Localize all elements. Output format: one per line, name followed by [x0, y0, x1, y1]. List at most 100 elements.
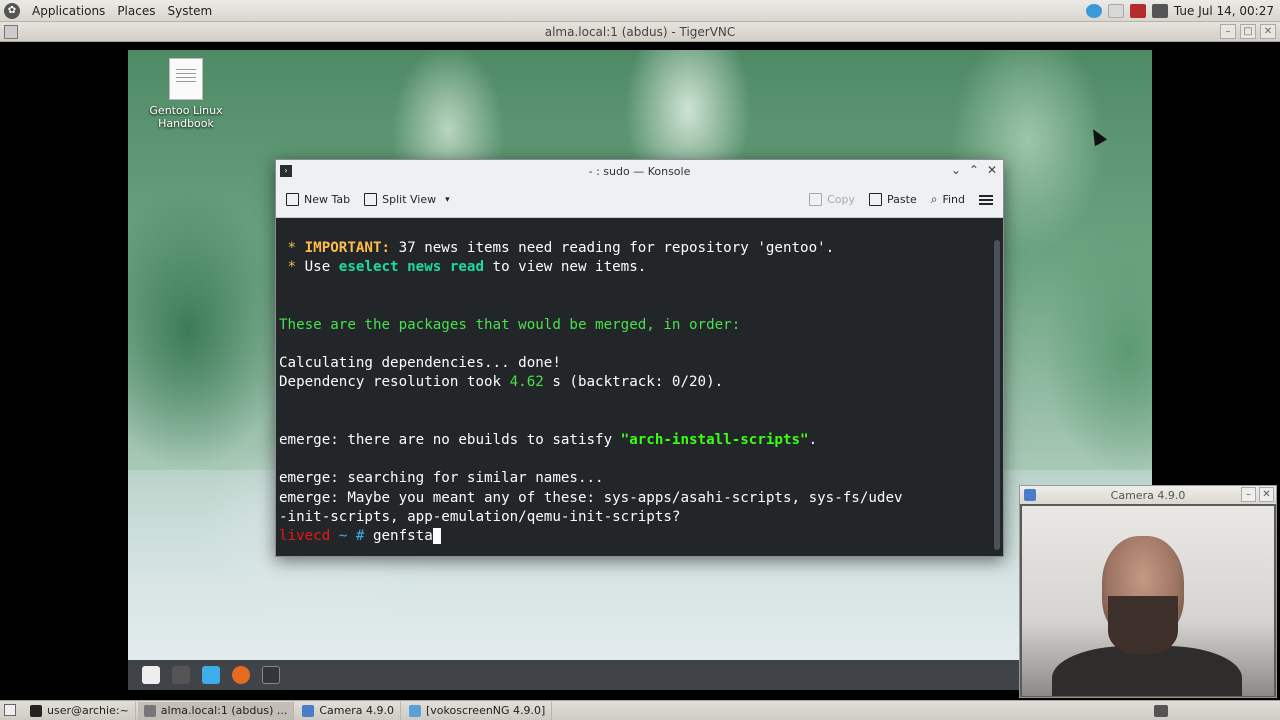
term-line-6: emerge: there are no ebuilds to satisfy … [279, 432, 817, 448]
term-number: 4.62 [509, 374, 544, 391]
show-desktop-icon[interactable] [4, 704, 16, 716]
copy-icon [809, 193, 823, 206]
terminal-icon [30, 704, 42, 717]
split-view-icon [364, 193, 378, 206]
record-icon[interactable] [1129, 3, 1146, 18]
copy-button[interactable]: Copy [809, 193, 855, 206]
copy-label: Copy [827, 193, 856, 206]
task-label: Camera 4.9.0 [319, 704, 394, 717]
camera-title-bar[interactable]: Camera 4.9.0 – ✕ [1020, 486, 1276, 504]
terminal-scrollbar[interactable] [994, 240, 1000, 550]
window-menu-icon[interactable] [4, 25, 18, 39]
term-text: Dependency resolution took [279, 374, 510, 391]
document-icon [169, 58, 203, 100]
term-package: "arch-install-scripts" [620, 432, 809, 449]
term-line-3: These are the packages that would be mer… [279, 316, 741, 333]
menu-applications[interactable]: Applications [32, 4, 105, 18]
task-vokoscreen[interactable]: [vokoscreenNG 4.9.0] [403, 701, 553, 720]
menu-places[interactable]: Places [117, 4, 155, 18]
task-label: [vokoscreenNG 4.9.0] [426, 704, 546, 717]
person-beard [1108, 596, 1178, 654]
desktop-icon-handbook[interactable]: Gentoo Linux Handbook [140, 58, 232, 130]
sync-icon[interactable] [1085, 3, 1102, 18]
desktop-icon-label-line1: Gentoo Linux [149, 104, 223, 117]
camera-title: Camera 4.9.0 [1110, 488, 1186, 502]
task-terminal[interactable]: user@archie:~ [24, 701, 136, 720]
camera-close-button[interactable]: ✕ [1259, 487, 1274, 502]
clock[interactable]: Tue Jul 14, 00:27 [1174, 4, 1274, 18]
task-camera[interactable]: Camera 4.9.0 [296, 701, 401, 720]
konsole-maximize-button[interactable]: ⌃ [969, 163, 979, 177]
term-text: to view new items. [484, 259, 647, 276]
konsole-icon[interactable] [262, 666, 280, 684]
vnc-title-bar[interactable]: alma.local:1 (abdus) - TigerVNC – □ ✕ [0, 22, 1280, 42]
camera-window[interactable]: Camera 4.9.0 – ✕ [1019, 485, 1277, 698]
split-view-label: Split View [382, 193, 437, 206]
firefox-icon[interactable] [232, 666, 250, 684]
terminal-app-icon[interactable]: › [280, 165, 292, 177]
desktop-icon-label-line2: Handbook [158, 117, 214, 130]
chevron-down-icon[interactable]: ▾ [445, 195, 450, 205]
konsole-minimize-button[interactable]: ⌄ [951, 163, 961, 177]
paste-icon [869, 193, 883, 206]
host-top-panel: ✿ Applications Places System Tue Jul 14,… [0, 0, 1280, 22]
task-vnc[interactable]: alma.local:1 (abdus) ... [137, 701, 295, 720]
find-button[interactable]: ⌕ Find [931, 192, 965, 207]
term-star: * [279, 240, 305, 256]
term-line-1: * IMPORTANT: 37 news items need reading … [279, 240, 835, 256]
prompt-path: ~ # [330, 528, 365, 545]
hamburger-menu-icon[interactable] [979, 194, 993, 205]
host-taskbar: user@archie:~ alma.local:1 (abdus) ... C… [0, 700, 1280, 720]
konsole-toolbar: New Tab Split View ▾ Copy Paste ⌕ Find [276, 182, 1003, 218]
term-line-7: emerge: searching for similar names... [279, 470, 604, 487]
keyboard-icon[interactable] [1154, 704, 1168, 717]
find-label: Find [942, 193, 965, 206]
close-button[interactable]: ✕ [1260, 24, 1276, 39]
term-command-highlight: eselect news read [338, 259, 485, 276]
terminal-output[interactable]: * IMPORTANT: 37 news items need reading … [276, 219, 993, 556]
term-text: Use [304, 259, 339, 276]
term-text: emerge: there are no ebuilds to satisfy [279, 432, 621, 449]
mouse-cursor-icon [1086, 125, 1108, 147]
gnome-foot-icon[interactable]: ✿ [4, 2, 20, 19]
maximize-button[interactable]: □ [1240, 24, 1256, 39]
term-line-4: Calculating dependencies... done! [279, 355, 561, 372]
camera-feed [1022, 506, 1274, 696]
host-menu-bar: ✿ Applications Places System [0, 0, 230, 22]
minimize-button[interactable]: – [1220, 24, 1236, 39]
vnc-icon [143, 704, 156, 717]
new-tab-label: New Tab [304, 193, 351, 206]
app-launcher-icon[interactable] [142, 666, 160, 684]
network-icon[interactable] [1151, 3, 1168, 18]
term-prompt-line: livecd ~ # genfsta [279, 528, 442, 545]
task-label: user@archie:~ [47, 704, 129, 717]
term-star: * [279, 259, 305, 276]
text-cursor [432, 528, 442, 545]
camera-minimize-button[interactable]: – [1241, 487, 1256, 502]
term-important: IMPORTANT: [304, 240, 391, 256]
file-manager-icon[interactable] [202, 666, 220, 684]
new-tab-icon [286, 193, 299, 206]
term-text: 37 news items need reading for repositor… [390, 240, 835, 256]
konsole-title-bar[interactable]: › - : sudo — Konsole ⌄ ⌃ ✕ [276, 160, 1003, 182]
menu-system[interactable]: System [167, 4, 212, 18]
new-tab-button[interactable]: New Tab [286, 193, 350, 206]
term-text: . [808, 432, 818, 449]
vokoscreen-icon [409, 704, 421, 717]
prompt-host: livecd [279, 528, 331, 545]
remote-desktop[interactable]: Gentoo Linux Handbook › - : sudo — Konso… [128, 50, 1152, 690]
konsole-window[interactable]: › - : sudo — Konsole ⌄ ⌃ ✕ New Tab Split… [275, 159, 1004, 557]
system-tray: Tue Jul 14, 00:27 [1085, 3, 1280, 18]
system-settings-icon[interactable] [172, 666, 190, 684]
paste-button[interactable]: Paste [869, 193, 917, 206]
konsole-close-button[interactable]: ✕ [987, 163, 997, 177]
search-icon: ⌕ [930, 192, 938, 206]
term-line-8: emerge: Maybe you meant any of these: sy… [279, 489, 903, 506]
term-text: s (backtrack: 0/20). [543, 374, 724, 391]
term-line-9: -init-scripts, app-emulation/qemu-init-s… [279, 508, 681, 525]
task-label: alma.local:1 (abdus) ... [160, 704, 288, 717]
volume-icon[interactable] [1107, 3, 1124, 18]
remote-taskbar [128, 660, 1152, 690]
split-view-button[interactable]: Split View ▾ [364, 193, 450, 206]
typed-command: genfsta [364, 528, 433, 545]
